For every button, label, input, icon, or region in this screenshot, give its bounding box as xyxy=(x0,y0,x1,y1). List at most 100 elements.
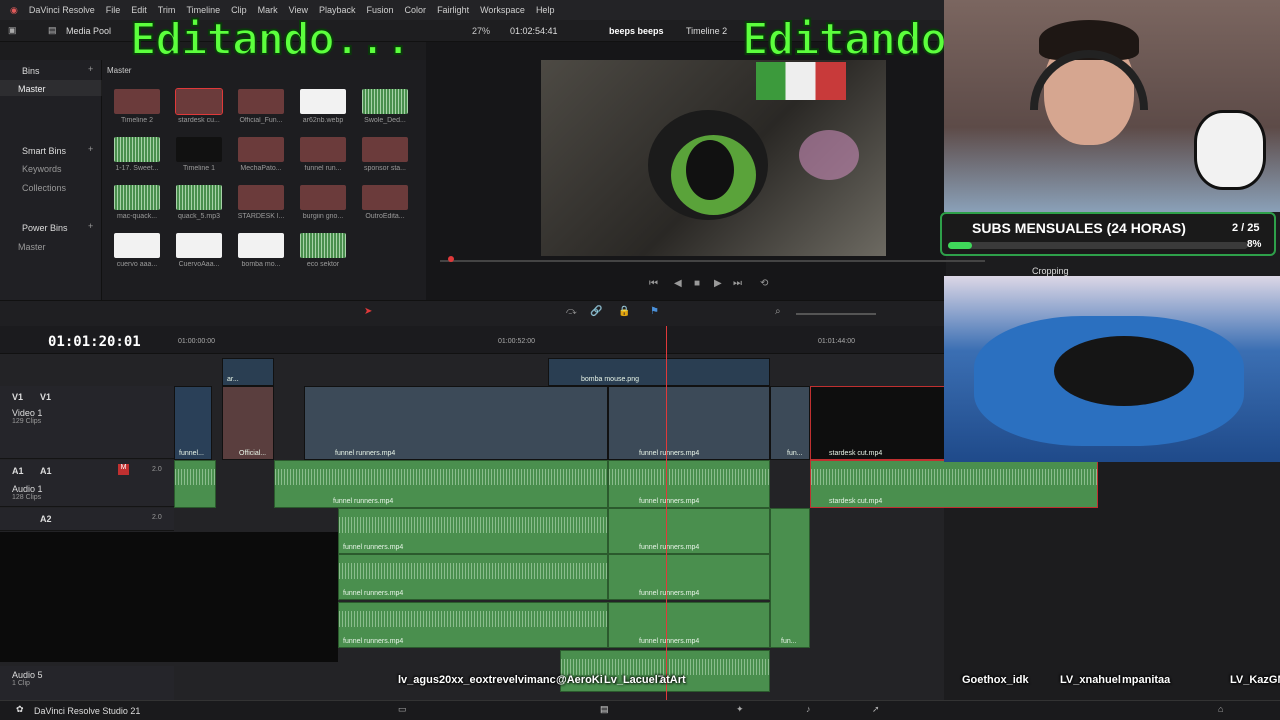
page-fairlight-icon[interactable]: ♪ xyxy=(806,704,811,714)
media-clip-thumb[interactable] xyxy=(114,233,160,258)
media-clip-thumb[interactable] xyxy=(238,137,284,162)
media-clip-thumb[interactable] xyxy=(300,89,346,114)
clip-funnel-v1-b[interactable]: funnel runners.mp4 xyxy=(608,386,770,460)
clip-audio-a4[interactable]: funnel runners.mp4 xyxy=(338,602,608,648)
track-a1-name[interactable]: Audio 1 xyxy=(12,484,43,494)
page-deliver-icon[interactable]: ➚ xyxy=(872,704,880,715)
menu-file[interactable]: File xyxy=(106,5,121,15)
smart-bin-collections[interactable]: Collections xyxy=(22,183,66,193)
track-a1-id[interactable]: A1 xyxy=(12,466,24,476)
waveform xyxy=(339,611,607,627)
waveform xyxy=(275,469,607,485)
page-fusion-icon[interactable]: ✦ xyxy=(736,704,744,715)
menu-workspace[interactable]: Workspace xyxy=(480,5,525,15)
clip-audio-a2[interactable]: funnel runners.mp4 xyxy=(338,508,608,554)
clip-audio-a3[interactable]: funnel runners.mp4 xyxy=(338,554,608,600)
clip-audio-funnel-a[interactable] xyxy=(174,460,216,508)
zoom-level[interactable]: 27% xyxy=(472,26,490,36)
track-header-a1: A1 A1 M 2.0 Audio 1 128 Clips xyxy=(0,460,174,507)
viewer-timecode: 01:02:54:41 xyxy=(510,26,558,36)
timeline-toolbar: ➤ 🔗 ⤼ 🔒 ⚑ ⌕ xyxy=(0,300,944,326)
waveform xyxy=(175,469,215,485)
zoom-icon[interactable]: ⌕ xyxy=(775,306,781,317)
track-v1-id[interactable]: V1 xyxy=(12,392,23,402)
snap-icon[interactable]: ⤼ xyxy=(566,306,577,317)
home-icon[interactable]: ⌂ xyxy=(1218,704,1223,714)
clip-funnel-short[interactable]: funnel... xyxy=(174,386,212,460)
media-clip-thumb[interactable] xyxy=(238,233,284,258)
timeline-selector[interactable]: Timeline 2 xyxy=(686,26,727,36)
clip-fun-v1[interactable]: fun... xyxy=(770,386,810,460)
media-clip-thumb[interactable] xyxy=(238,89,284,114)
lock-icon[interactable]: 🔒 xyxy=(618,306,630,317)
selection-tool-icon[interactable]: ➤ xyxy=(364,306,372,317)
clip-ar[interactable]: ar... xyxy=(222,358,274,386)
flag-icon[interactable]: ⚑ xyxy=(650,306,659,317)
clip-audio-funnel-a1[interactable]: funnel runners.mp4 xyxy=(274,460,608,508)
skip-end-icon[interactable]: ⏭ xyxy=(733,278,742,289)
media-clip-thumb[interactable] xyxy=(238,185,284,210)
clip-audio-a3-b[interactable]: funnel runners.mp4 xyxy=(608,554,770,600)
add-smart-bin-icon[interactable]: + xyxy=(88,144,93,154)
loop-icon[interactable]: ⟲ xyxy=(760,278,768,289)
media-clip-thumb[interactable] xyxy=(176,233,222,258)
media-clip-thumb[interactable] xyxy=(362,185,408,210)
menu-fairlight[interactable]: Fairlight xyxy=(437,5,469,15)
media-clip-thumb[interactable] xyxy=(300,233,346,258)
viewer-playhead-marker[interactable] xyxy=(448,256,454,262)
timeline-zoom-slider[interactable] xyxy=(796,313,876,315)
track-a1-id-alt[interactable]: A1 xyxy=(40,466,52,476)
media-clip-thumb[interactable] xyxy=(175,88,223,115)
menu-help[interactable]: Help xyxy=(536,5,555,15)
clip-official[interactable]: Official... xyxy=(222,386,274,460)
media-pool: Master Timeline 2 stardesk cu... Official_… xyxy=(102,60,426,300)
timeline-timecode: 01:01:20:01 xyxy=(48,334,141,350)
menu-app[interactable]: DaVinci Resolve xyxy=(29,5,95,15)
timeline-ruler[interactable]: 01:01:20:01 01:00:00:00 01:00:52:00 01:0… xyxy=(0,326,944,354)
track-a2-id[interactable]: A2 xyxy=(40,514,52,524)
track-v1-id-alt[interactable]: V1 xyxy=(40,392,51,402)
media-clip-label: Swole_Ded... xyxy=(364,117,406,124)
track-a1-level: 2.0 xyxy=(152,466,162,473)
track-a5-name[interactable]: Audio 5 xyxy=(12,670,43,680)
layout-icon[interactable]: ▣ xyxy=(8,25,17,36)
subs-goal-label: SUBS MENSUALES (24 HORAS) xyxy=(972,220,1186,236)
clip-stardesk-v1[interactable]: stardesk cut.mp4 xyxy=(810,386,946,460)
page-media-icon[interactable]: ▭ xyxy=(398,704,407,715)
mute-button[interactable]: M xyxy=(118,464,129,475)
stop-icon[interactable]: ■ xyxy=(694,278,700,289)
media-pool-tab[interactable]: Media Pool xyxy=(66,26,111,36)
media-clip-thumb[interactable] xyxy=(176,137,222,162)
media-clip-thumb[interactable] xyxy=(114,137,160,162)
play-icon[interactable]: ▶ xyxy=(714,278,722,289)
clip-bomba-mouse[interactable]: bomba mouse.png xyxy=(548,358,770,386)
skip-start-icon[interactable]: ⏮ xyxy=(649,278,658,289)
add-bin-icon[interactable]: + xyxy=(88,64,93,74)
chat-name-4: atArt xyxy=(660,674,686,686)
page-edit-icon[interactable]: ▤ xyxy=(600,704,609,715)
add-power-bin-icon[interactable]: + xyxy=(88,221,93,231)
media-clip-thumb[interactable] xyxy=(300,185,346,210)
bin-master-highlight xyxy=(0,80,102,96)
media-clip-thumb[interactable] xyxy=(362,89,408,114)
power-bin-master[interactable]: Master xyxy=(18,242,46,252)
media-clip-thumb[interactable] xyxy=(362,137,408,162)
media-clip-thumb[interactable] xyxy=(300,137,346,162)
clip-audio-stardesk[interactable]: stardesk cut.mp4 xyxy=(810,460,1098,508)
clip-audio-a2-b[interactable]: funnel runners.mp4 xyxy=(608,508,770,554)
clip-audio-fun-a2[interactable]: fun... xyxy=(770,508,810,648)
viewer-scrubber[interactable] xyxy=(440,260,985,262)
clip-funnel-v1[interactable]: funnel runners.mp4 xyxy=(304,386,608,460)
link-icon[interactable]: 🔗 xyxy=(590,306,602,317)
media-clip-thumb[interactable] xyxy=(114,89,160,114)
clip-audio-a4-b[interactable]: funnel runners.mp4 xyxy=(608,602,770,648)
media-pool-icon[interactable]: ▤ xyxy=(48,25,57,36)
clip-audio-funnel-a1-b[interactable]: funnel runners.mp4 xyxy=(608,460,770,508)
track-v1-name[interactable]: Video 1 xyxy=(12,408,42,418)
track-a5-count: 1 Clip xyxy=(12,680,30,687)
media-clip-thumb[interactable] xyxy=(176,185,222,210)
play-reverse-icon[interactable]: ◀ xyxy=(674,278,682,289)
timeline-playhead[interactable] xyxy=(666,326,667,700)
media-clip-thumb[interactable] xyxy=(114,185,160,210)
smart-bin-keywords[interactable]: Keywords xyxy=(22,164,62,174)
